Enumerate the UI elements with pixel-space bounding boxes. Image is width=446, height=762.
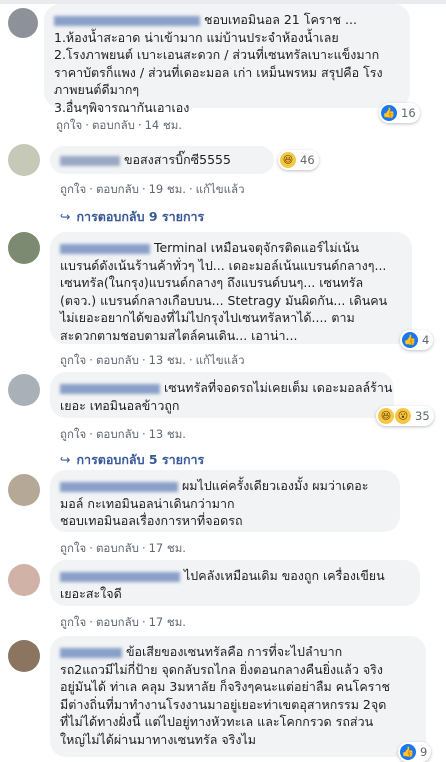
reply-link[interactable]: ตอบกลับ: [92, 118, 135, 132]
comment-bubble: ไปคลังเหมือนเดิม ของถูก เครื่องเขียน เยอ…: [50, 560, 420, 606]
like-reaction-icon: 👍: [381, 105, 397, 121]
commenter-name[interactable]: [60, 155, 120, 166]
like-link[interactable]: ถูกใจ: [60, 615, 86, 629]
reaction-count: 16: [401, 106, 416, 120]
avatar[interactable]: [8, 474, 40, 506]
reaction-summary[interactable]: 👍 9: [398, 742, 432, 762]
replies-count[interactable]: การตอบกลับ 5 รายการ: [76, 452, 204, 467]
like-link[interactable]: ถูกใจ: [60, 541, 86, 555]
reaction-summary[interactable]: 👍 16: [379, 103, 420, 123]
commenter-name[interactable]: [60, 481, 178, 492]
comment-line: มีต่างถิ่นที่มาทำงานโรงงานมาอยู่เยอะท่าเ…: [60, 696, 387, 712]
reaction-count: 46: [300, 153, 315, 167]
replies-count[interactable]: การตอบกลับ 9 รายการ: [76, 209, 204, 224]
comment-line: ใหญ่ไม่ได้ผ่านมาทางเซนทรัล จริงไม: [60, 731, 256, 747]
comment-line: เซนทรัลที่จอดรถไม่เคยเต็ม เดอะมอลล์ร้าน: [163, 380, 393, 395]
commenter-name[interactable]: [54, 15, 200, 26]
avatar[interactable]: [8, 8, 38, 38]
comment-bubble: เซนทรัลที่จอดรถไม่เคยเต็ม เดอะมอลล์ร้าน …: [50, 372, 394, 418]
view-replies-link[interactable]: ↪ การตอบกลับ 5 รายการ: [60, 450, 204, 470]
comment-line: แบรนด์ดังเน้นร้านค้าทั่วๆ ไป... เดอะมอล์…: [60, 257, 387, 273]
avatar[interactable]: [8, 640, 40, 672]
comment-line: 1.ห้องน้ำสะอาด น่าเข้ามาก แม่บ้านประจำห้…: [54, 29, 339, 45]
reaction-summary[interactable]: 👍 4: [400, 330, 434, 350]
reaction-summary[interactable]: 😆 😮 35: [376, 406, 434, 426]
comment-line: ไม่เยอะอยากได้ของที่ไม่ไปกรุงไปเซนทรัลหา…: [60, 310, 355, 325]
comment-line: รถ2แถวมีไม่กี่ป้าย จุดกลับรถไกล ยิ่งตอนก…: [60, 661, 383, 677]
comment-line: อยู่มันได้ ท่าเล คลุม 3มหาลัย ก็จริงๆคนะ…: [60, 679, 390, 694]
like-link[interactable]: ถูกใจ: [60, 427, 86, 441]
haha-reaction-icon: 😆: [378, 408, 394, 424]
timestamp[interactable]: 17 ชม.: [149, 615, 186, 629]
reply-link[interactable]: ตอบกลับ: [96, 541, 139, 555]
comment-line: ชอบเทอมินอลเรื่องการหาที่จอดรถ: [60, 513, 243, 528]
comment-actions: ถูกใจ · ตอบกลับ · 13 ชม. · แก้ไขแล้ว: [60, 353, 245, 367]
commenter-name[interactable]: [60, 383, 160, 394]
commenter-name[interactable]: [60, 571, 180, 582]
reply-arrow-icon: ↪: [60, 209, 71, 224]
comment-line: 2.โรงภาพยนต์ เบาะเอนสะดวก / ส่วนที่เซนทร…: [54, 47, 380, 62]
timestamp[interactable]: 19 ชม.: [149, 182, 186, 196]
like-reaction-icon: 👍: [402, 332, 418, 348]
view-replies-link[interactable]: ↪ การตอบกลับ 9 รายการ: [60, 207, 204, 227]
comment-line: 3.อื่นๆพิจารณากันเอาเอง: [54, 99, 190, 115]
avatar[interactable]: [8, 232, 40, 264]
comment-actions: ถูกใจ · ตอบกลับ · 17 ชม.: [60, 541, 186, 555]
comment-bubble: ข้อเสียของเซนทรัลคือ การที่จะไปลำบาก รถ2…: [50, 636, 426, 757]
comment-line: ผมไปแค่ครั้งเดียวเองมั้ง ผมว่าเดอะ: [181, 478, 369, 493]
comment-line: เซนทรัล(ในกรุง)แบรนด์กลางๆ ถึงแบรนด์บนๆ.…: [60, 275, 364, 290]
reaction-count: 4: [422, 333, 430, 347]
like-link[interactable]: ถูกใจ: [60, 353, 86, 367]
avatar[interactable]: [8, 564, 40, 596]
reply-link[interactable]: ตอบกลับ: [96, 353, 139, 367]
reaction-summary[interactable]: 😆 46: [278, 150, 319, 170]
comment-line: ไปคลังเหมือนเดิม ของถูก เครื่องเขียน: [183, 568, 385, 583]
comment-bubble: ชอบเทอมินอล 21 โคราช ... 1.ห้องน้ำสะอาด …: [44, 4, 410, 115]
comment-actions: ถูกใจ · ตอบกลับ · 19 ชม. · แก้ไขแล้ว: [60, 182, 245, 196]
timestamp[interactable]: 14 ชม.: [145, 118, 182, 132]
timestamp[interactable]: 17 ชม.: [149, 541, 186, 555]
reply-link[interactable]: ตอบกลับ: [96, 427, 139, 441]
comment-actions: ถูกใจ · ตอบกลับ · 14 ชม.: [56, 118, 182, 132]
comment-line: ภาพยนต์ดีมากๆ: [54, 82, 140, 97]
comment-bubble: Terminal เหมือนจตุจักรติดแอร์ไม่เน้น แบร…: [50, 232, 412, 344]
like-reaction-icon: 👍: [400, 744, 416, 760]
timestamp[interactable]: 13 ชม.: [149, 427, 186, 441]
timestamp[interactable]: 13 ชม.: [149, 353, 186, 367]
comment-line: เยอะ เทอมินอลข้าวถูก: [60, 397, 180, 413]
commenter-name[interactable]: [60, 243, 150, 254]
comment-line: มอล์ กะเทอมินอลน่าเดินกว่ามาก: [60, 495, 235, 511]
reaction-count: 35: [415, 409, 430, 423]
comment-bubble: ผมไปแค่ครั้งเดียวเองมั้ง ผมว่าเดอะ มอล์ …: [50, 470, 400, 532]
comment-line: Terminal เหมือนจตุจักรติดแอร์ไม่เน้น: [153, 240, 360, 255]
haha-reaction-icon: 😆: [280, 152, 296, 168]
comment-line: ขอสงสารบิ๊กซี5555: [123, 152, 231, 167]
like-link[interactable]: ถูกใจ: [56, 118, 82, 132]
reply-arrow-icon: ↪: [60, 452, 71, 467]
comment-line: ชอบเทอมินอล 21 โคราช ...: [203, 12, 357, 27]
avatar[interactable]: [8, 374, 40, 406]
comment-bubble: ขอสงสารบิ๊กซี5555: [50, 146, 274, 174]
like-link[interactable]: ถูกใจ: [60, 182, 86, 196]
avatar[interactable]: [8, 144, 40, 176]
comment-line: (ตจว.) แบรนด์กลางเกือบบน... Stetragy มัน…: [60, 292, 388, 308]
comment-line: ราคาบัตรก็แพง / ส่วนที่เดอะมอล เก่า เหม็…: [54, 64, 383, 80]
reply-link[interactable]: ตอบกลับ: [96, 182, 139, 196]
edited-label[interactable]: แก้ไขแล้ว: [196, 182, 245, 196]
edited-label[interactable]: แก้ไขแล้ว: [196, 353, 245, 367]
comment-line: เยอะสะใจดี: [60, 585, 122, 601]
comment-line: ที่ไม่ได้ทางฝั่งนี้ แต่ไปอยู่ทางหัวทะเล …: [60, 714, 374, 729]
comment-line: ข้อเสียของเซนทรัลคือ การที่จะไปลำบาก: [125, 644, 343, 659]
reply-link[interactable]: ตอบกลับ: [96, 615, 139, 629]
wow-reaction-icon: 😮: [395, 408, 411, 424]
commenter-name[interactable]: [60, 647, 122, 658]
comment-actions: ถูกใจ · ตอบกลับ · 17 ชม.: [60, 615, 186, 629]
comment-line: สะดวกตามชอบตามสไตล์คนเดิน... เอาน่า...: [60, 327, 298, 343]
comment-actions: ถูกใจ · ตอบกลับ · 13 ชม.: [60, 427, 186, 441]
